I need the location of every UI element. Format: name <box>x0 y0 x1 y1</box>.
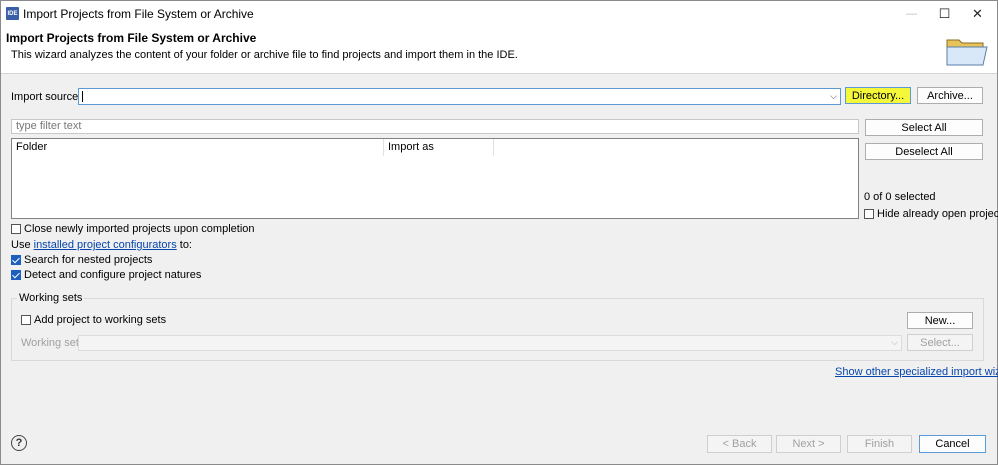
wizard-description: This wizard analyzes the content of your… <box>11 49 518 61</box>
detect-natures-checkbox[interactable] <box>11 270 21 280</box>
installed-configurators-link[interactable]: installed project configurators <box>34 239 177 251</box>
archive-button[interactable]: Archive... <box>917 87 983 104</box>
maximize-button[interactable]: ☐ <box>928 1 961 27</box>
column-header-import-as[interactable]: Import as <box>384 139 494 156</box>
minimize-button[interactable]: — <box>895 1 928 27</box>
back-button[interactable]: < Back <box>707 435 772 453</box>
next-button[interactable]: Next > <box>776 435 841 453</box>
minimize-icon: — <box>906 8 917 20</box>
working-sets-combo[interactable]: ⌵ <box>78 335 902 351</box>
import-source-label: Import source: <box>11 91 82 103</box>
import-source-combo[interactable]: ⌵ <box>78 88 841 105</box>
cancel-button[interactable]: Cancel <box>919 435 986 453</box>
working-sets-group <box>11 298 984 361</box>
other-import-wizards-link[interactable]: Show other specialized import wizards <box>835 366 998 378</box>
configurators-line: Use installed project configurators to: <box>11 239 192 251</box>
select-working-sets-button[interactable]: Select... <box>907 334 973 351</box>
text-cursor <box>82 91 83 102</box>
wizard-title: Import Projects from File System or Arch… <box>6 31 257 45</box>
add-to-working-sets-checkbox[interactable] <box>21 315 31 325</box>
add-to-working-sets-label: Add project to working sets <box>34 314 167 326</box>
wizard-header: Import Projects from File System or Arch… <box>1 27 997 74</box>
new-working-set-button[interactable]: New... <box>907 312 973 329</box>
chevron-down-icon[interactable]: ⌵ <box>830 91 837 102</box>
deselect-all-button[interactable]: Deselect All <box>865 143 983 160</box>
close-button[interactable]: ✕ <box>961 1 994 27</box>
hide-open-projects-label: Hide already open projects <box>877 208 998 220</box>
close-after-import-label: Close newly imported projects upon compl… <box>24 223 255 235</box>
working-sets-group-label: Working sets <box>17 292 85 304</box>
import-wizard-window: IDE Import Projects from File System or … <box>0 0 998 465</box>
title-bar: IDE Import Projects from File System or … <box>1 1 997 27</box>
use-suffix: to: <box>176 239 192 251</box>
projects-table[interactable]: Folder Import as <box>11 138 859 219</box>
select-all-button[interactable]: Select All <box>865 119 983 136</box>
search-nested-label: Search for nested projects <box>24 254 153 266</box>
ide-app-icon: IDE <box>6 7 19 20</box>
window-title: Import Projects from File System or Arch… <box>23 7 254 21</box>
search-nested-checkbox[interactable] <box>11 255 21 265</box>
selection-count: 0 of 0 selected <box>864 191 936 203</box>
detect-natures-label: Detect and configure project natures <box>24 269 202 281</box>
close-icon: ✕ <box>972 6 983 21</box>
hide-open-projects-checkbox[interactable] <box>864 209 874 219</box>
maximize-icon: ☐ <box>938 6 951 21</box>
finish-button[interactable]: Finish <box>847 435 912 453</box>
chevron-down-icon: ⌵ <box>891 337 898 347</box>
close-after-import-checkbox[interactable] <box>11 224 21 234</box>
filter-input[interactable]: type filter text <box>11 119 859 134</box>
folder-icon <box>946 39 988 66</box>
use-prefix: Use <box>11 239 34 251</box>
directory-button[interactable]: Directory... <box>845 87 911 104</box>
help-icon[interactable]: ? <box>11 435 27 451</box>
column-header-folder[interactable]: Folder <box>12 139 384 156</box>
